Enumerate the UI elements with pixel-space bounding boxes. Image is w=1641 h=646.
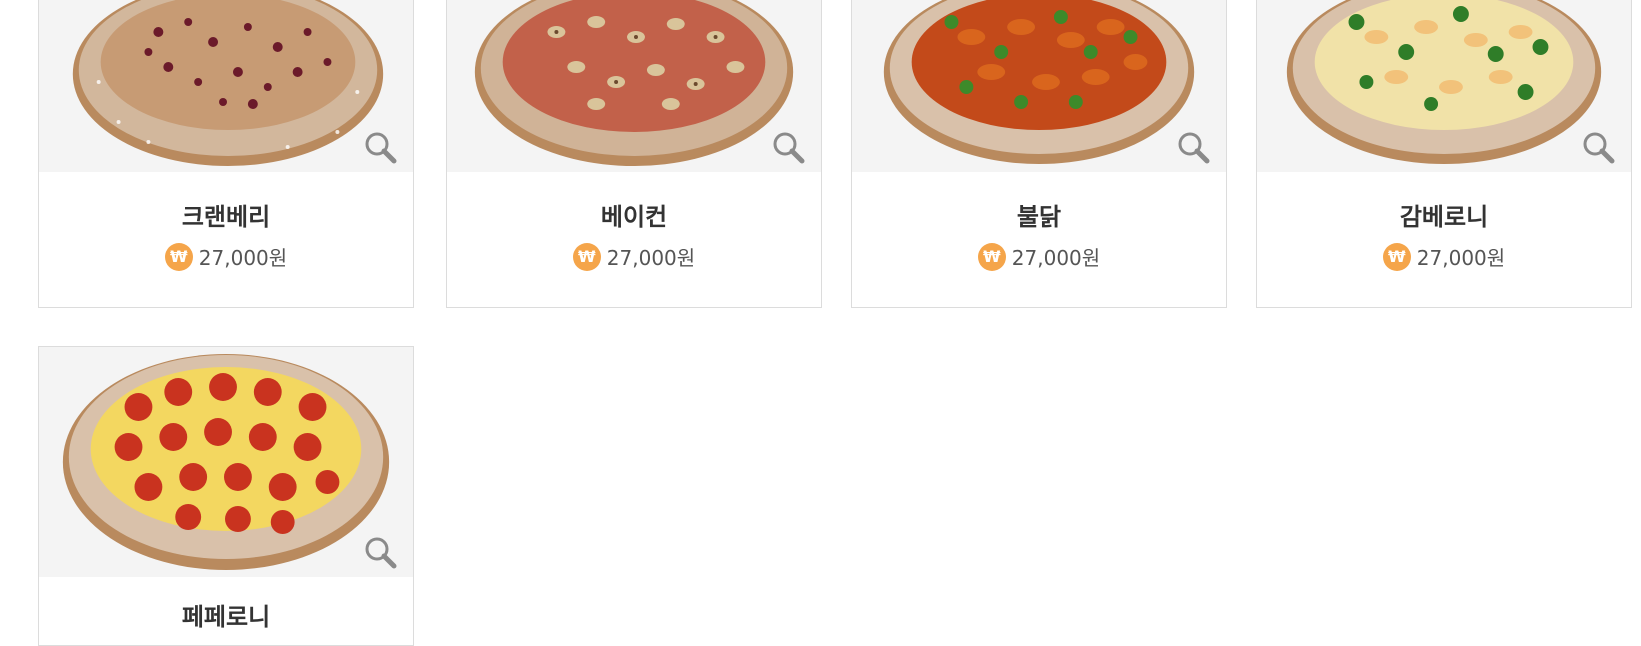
product-price: ₩ 27,000원 [852, 242, 1226, 271]
pizza-illustration [883, 0, 1195, 164]
product-name[interactable]: 페페로니 [39, 597, 413, 632]
won-coin-icon: ₩ [572, 242, 601, 271]
magnifier-icon[interactable] [1176, 130, 1210, 164]
product-name[interactable]: 불닭 [852, 197, 1226, 232]
product-image[interactable] [1257, 0, 1631, 172]
product-image[interactable] [852, 0, 1226, 172]
price-value: 27,000원 [1011, 246, 1101, 270]
price-value: 27,000원 [198, 246, 288, 270]
price-value: 27,000원 [1416, 246, 1506, 270]
product-price: ₩ 27,000원 [1257, 242, 1631, 271]
product-card[interactable]: 크랜베리 ₩ 27,000원 [38, 0, 414, 308]
product-card[interactable]: 감베로니 ₩ 27,000원 [1256, 0, 1632, 308]
product-price: ₩ 27,000원 [39, 242, 413, 271]
product-card[interactable]: 베이컨 ₩ 27,000원 [446, 0, 822, 308]
product-image[interactable] [39, 0, 413, 172]
magnifier-icon[interactable] [1581, 130, 1615, 164]
pizza-illustration [1286, 0, 1602, 164]
magnifier-icon[interactable] [363, 535, 397, 569]
won-coin-icon: ₩ [977, 242, 1006, 271]
product-name[interactable]: 베이컨 [447, 197, 821, 232]
price-value: 27,000원 [606, 246, 696, 270]
pizza-illustration [72, 0, 384, 166]
product-image[interactable] [39, 347, 413, 577]
pizza-illustration [62, 354, 390, 570]
pizza-illustration [474, 0, 794, 166]
product-card[interactable]: 페페로니 [38, 346, 414, 646]
product-name[interactable]: 크랜베리 [39, 197, 413, 232]
won-coin-icon: ₩ [164, 242, 193, 271]
product-price: ₩ 27,000원 [447, 242, 821, 271]
pizza-sauce [100, 0, 356, 130]
product-card[interactable]: 불닭 ₩ 27,000원 [851, 0, 1227, 308]
won-coin-icon: ₩ [1382, 242, 1411, 271]
magnifier-icon[interactable] [363, 130, 397, 164]
magnifier-icon[interactable] [771, 130, 805, 164]
product-image[interactable] [447, 0, 821, 172]
product-name[interactable]: 감베로니 [1257, 197, 1631, 232]
